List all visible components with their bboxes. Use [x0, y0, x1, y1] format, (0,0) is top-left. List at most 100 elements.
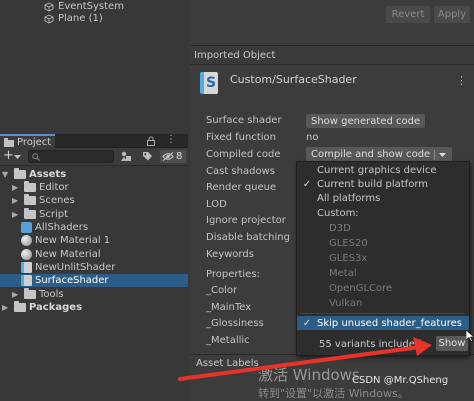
expand-arrow-icon[interactable]: ▶ — [12, 183, 21, 192]
hierarchy-item-plane[interactable]: Plane (1) — [44, 12, 103, 25]
compile-and-show-code-button[interactable]: Compile and show code — [306, 147, 453, 162]
tree-item-new-material-1[interactable]: New Material 1 — [0, 234, 188, 247]
compile-platform-dropdown: Current graphics device ✓ Current build … — [296, 161, 470, 356]
shader-name: Custom/SurfaceShader — [230, 73, 357, 86]
render-queue-label: Render queue — [206, 182, 277, 193]
shader-variants-icon — [21, 222, 32, 233]
revert-button[interactable]: Revert — [386, 6, 430, 23]
expand-arrow-icon[interactable]: ▶ — [12, 290, 21, 299]
tree-item-allshaders[interactable]: AllShaders — [0, 221, 188, 234]
hidden-packages-toggle[interactable]: 8 — [160, 150, 186, 163]
tree-item-script[interactable]: ▶ Script — [0, 208, 188, 221]
tree-item-label: Editor — [39, 182, 69, 193]
tab-project[interactable]: Project — [0, 134, 55, 148]
dropdown-item-all-platforms[interactable]: All platforms — [297, 191, 469, 205]
search-by-type-icon[interactable] — [120, 151, 132, 162]
show-variants-button[interactable]: Show — [436, 336, 468, 351]
dropdown-item-openglcore: OpenGLCore — [297, 281, 469, 295]
compile-button-label: Compile and show code — [311, 149, 431, 160]
dropdown-item-d3d: D3D — [297, 221, 469, 235]
tree-item-new-material[interactable]: New Material — [0, 248, 188, 261]
kebab-menu-icon[interactable]: ⋮ — [166, 134, 176, 145]
folder-icon — [24, 194, 36, 205]
expand-arrow-icon[interactable]: ▼ — [2, 170, 11, 179]
dropdown-item-label: Vulkan — [329, 297, 363, 309]
gameobject-cube-icon — [44, 13, 54, 24]
dropdown-item-label: D3D — [329, 222, 351, 234]
tree-item-newunlitshader[interactable]: NewUnlitShader — [0, 261, 188, 274]
chevron-down-icon[interactable] — [14, 155, 21, 160]
project-toolbar: + 8 — [0, 148, 188, 166]
tree-item-label: New Material — [35, 249, 101, 260]
label-tag-icon[interactable] — [142, 151, 153, 162]
search-input[interactable] — [28, 150, 114, 163]
expand-arrow-icon[interactable]: ▶ — [12, 210, 21, 219]
apply-button[interactable]: Apply — [434, 6, 470, 23]
button-divider — [434, 149, 436, 160]
dropdown-item-label: All platforms — [317, 192, 381, 204]
checkmark-icon: ✓ — [302, 317, 312, 329]
dropdown-item-label: Current graphics device — [317, 164, 437, 176]
folder-icon — [24, 208, 36, 219]
eye-slash-icon — [162, 152, 174, 161]
property-glossiness-label: _Glossiness — [206, 318, 264, 329]
dropdown-item-metal: Metal — [297, 266, 469, 280]
fixed-function-value: no — [306, 132, 319, 143]
dropdown-item-label: GLES20 — [329, 237, 368, 249]
property-metallic-label: _Metallic — [206, 335, 250, 346]
dropdown-item-current-graphics-device[interactable]: Current graphics device — [297, 163, 469, 177]
dropdown-item-custom[interactable]: Custom: — [297, 206, 469, 220]
gameobject-cube-icon — [44, 1, 54, 12]
tree-item-label: Scenes — [39, 195, 75, 206]
expand-arrow-icon[interactable]: ▶ — [12, 196, 21, 205]
dropdown-item-current-build-platform[interactable]: ✓ Current build platform — [297, 177, 469, 191]
material-sphere-icon — [21, 249, 32, 260]
folder-small-icon — [4, 137, 14, 147]
dropdown-item-label: Custom: — [317, 207, 359, 219]
dropdown-item-gles20: GLES20 — [297, 236, 469, 250]
fixed-function-label: Fixed function — [206, 132, 276, 143]
hierarchy-item-label: Plane (1) — [58, 13, 103, 24]
hidden-packages-count: 8 — [176, 151, 183, 162]
tree-item-scenes[interactable]: ▶ Scenes — [0, 194, 188, 207]
hierarchy-panel: EventSystem Plane (1) — [0, 0, 188, 30]
show-generated-code-button[interactable]: Show generated code — [306, 114, 426, 128]
tree-item-tools[interactable]: ▶ Tools — [0, 288, 188, 301]
hierarchy-item-label: EventSystem — [58, 1, 124, 12]
add-icon[interactable]: + — [3, 149, 14, 163]
disable-batching-label: Disable batching — [206, 232, 290, 243]
tree-item-editor[interactable]: ▶ Editor — [0, 181, 188, 194]
folder-icon — [24, 288, 36, 299]
tree-item-label: NewUnlitShader — [35, 262, 116, 273]
tree-item-label: AllShaders — [35, 222, 89, 233]
dropdown-item-label: GLES3x — [329, 252, 368, 264]
shader-file-icon — [21, 275, 32, 286]
keywords-label: Keywords — [206, 249, 254, 260]
lock-icon[interactable] — [146, 136, 156, 146]
dropdown-item-skip-unused-shader-features[interactable]: ✓ Skip unused shader_features — [297, 316, 469, 330]
dropdown-arrow-icon[interactable] — [438, 151, 447, 159]
tree-item-assets[interactable]: ▼ Assets — [0, 168, 188, 181]
windows-activation-hint: 转到"设置"以激活 Windows。 — [258, 387, 409, 400]
project-panel: Project ⋮ + 8 ▼ Assets ▶ Editor ▶ Scenes… — [0, 134, 188, 401]
cast-shadows-label: Cast shadows — [206, 166, 275, 177]
tree-item-label: New Material 1 — [35, 235, 111, 246]
tree-item-surfaceshader[interactable]: SurfaceShader — [0, 274, 188, 287]
tree-item-label: Script — [39, 209, 69, 220]
properties-label: Properties: — [206, 269, 260, 280]
shader-file-icon: S — [200, 72, 218, 94]
expand-arrow-icon[interactable]: ▶ — [2, 303, 11, 312]
tree-item-packages[interactable]: ▶ Packages — [0, 301, 188, 314]
folder-icon — [24, 181, 36, 192]
shader-file-icon — [21, 262, 32, 273]
dropdown-item-label: Skip unused shader_features — [317, 317, 462, 329]
surface-shader-label: Surface shader — [206, 115, 282, 126]
tree-item-label: Packages — [29, 302, 83, 313]
project-tab-bar: Project ⋮ — [0, 134, 188, 148]
windows-activation-watermark: 激活 Windows — [258, 366, 360, 384]
compiled-code-label: Compiled code — [206, 149, 281, 160]
tree-item-label: Assets — [29, 169, 67, 180]
lod-label: LOD — [206, 199, 227, 210]
dropdown-separator — [301, 313, 465, 314]
kebab-menu-icon[interactable]: ⋮ — [456, 74, 467, 87]
